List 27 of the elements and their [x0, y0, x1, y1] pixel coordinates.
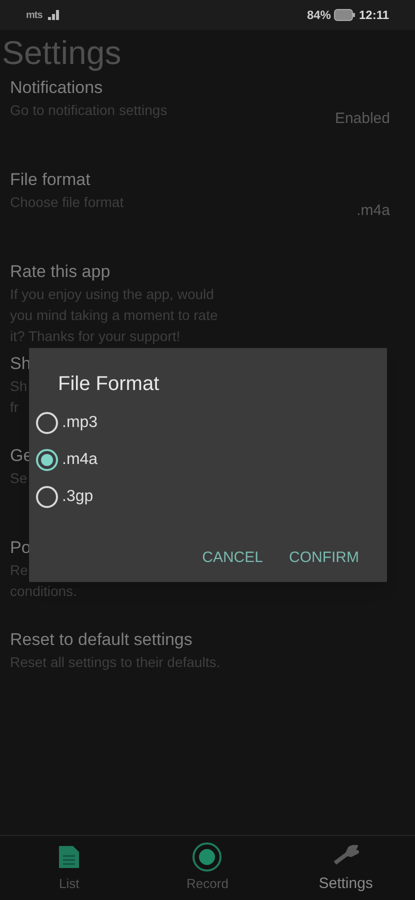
- file-icon: [59, 846, 80, 868]
- radio-button[interactable]: [36, 412, 58, 434]
- radio-button[interactable]: [36, 486, 58, 508]
- dialog-title: File Format: [57, 372, 160, 397]
- nav-tab[interactable]: Record: [138, 836, 277, 900]
- setting-title[interactable]: Notifications: [10, 76, 168, 100]
- setting-title[interactable]: File format: [10, 168, 124, 192]
- signal-icon: [48, 10, 60, 20]
- carrier-name: mts: [26, 8, 42, 22]
- clock: 12:11: [358, 7, 389, 24]
- page-title: Settings: [1, 33, 122, 73]
- option-label[interactable]: .mp3: [62, 410, 98, 434]
- nav-tab[interactable]: List: [0, 836, 138, 900]
- wrench-icon: [332, 844, 359, 867]
- battery-percent: 84%: [306, 7, 331, 24]
- cancel-button[interactable]: CANCEL: [194, 541, 271, 576]
- record-icon: [192, 842, 222, 872]
- nav-tab[interactable]: Settings: [276, 836, 415, 900]
- battery-icon: [334, 9, 356, 21]
- setting-value: Enabled: [334, 109, 390, 129]
- option-label[interactable]: .m4a: [62, 448, 98, 472]
- option-label[interactable]: .3gp: [62, 484, 94, 508]
- confirm-button[interactable]: CONFIRM: [281, 541, 367, 576]
- setting-title[interactable]: Reset to default settings: [10, 628, 220, 652]
- radio-button[interactable]: [36, 448, 58, 470]
- setting-title[interactable]: Rate this app: [10, 260, 218, 284]
- setting-value: .m4a: [356, 201, 390, 221]
